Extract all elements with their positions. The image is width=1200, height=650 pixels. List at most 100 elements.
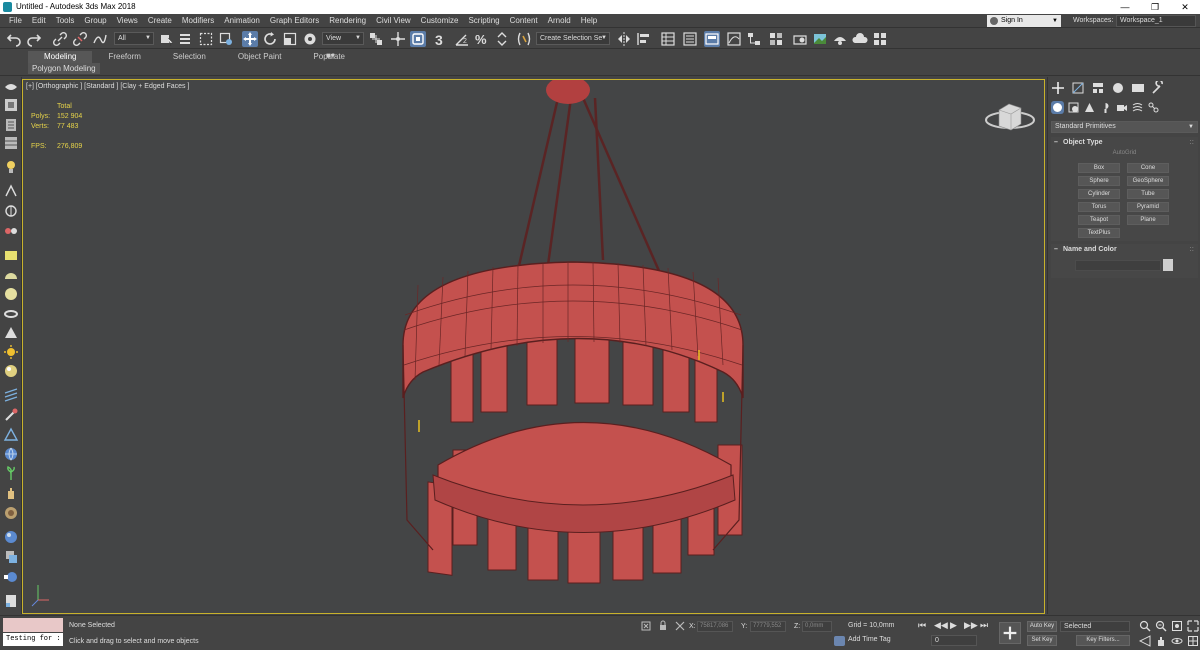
box-button[interactable]: Box — [1078, 163, 1120, 173]
menu-tools[interactable]: Tools — [51, 14, 80, 28]
menu-modifiers[interactable]: Modifiers — [177, 14, 219, 28]
viewport-layout-icon[interactable] — [3, 79, 19, 95]
tab-object-paint[interactable]: Object Paint — [222, 51, 298, 63]
select-and-place-icon[interactable] — [302, 31, 318, 47]
redo-icon[interactable] — [26, 31, 42, 47]
create-tab-plus-icon[interactable] — [1051, 81, 1067, 95]
view-cube[interactable] — [985, 103, 1035, 131]
current-frame-field[interactable]: 0 — [931, 635, 977, 646]
pivot-center-icon[interactable] — [368, 31, 384, 47]
lightbulb-icon[interactable] — [3, 159, 19, 175]
zoom-all-icon[interactable] — [1155, 620, 1167, 632]
teapot-button[interactable]: Teapot — [1078, 215, 1120, 225]
render-production-icon[interactable] — [832, 31, 848, 47]
pyramid-button[interactable]: Pyramid — [1127, 202, 1169, 212]
sphere-shading-icon[interactable] — [3, 569, 19, 585]
globe-icon[interactable] — [3, 446, 19, 462]
space-warps-category-icon[interactable] — [1131, 101, 1144, 114]
select-and-move-icon[interactable] — [242, 31, 258, 47]
name-and-color-header[interactable]: – Name and Color:: — [1051, 244, 1198, 255]
systems-category-icon[interactable] — [1147, 101, 1160, 114]
render-setup-icon[interactable] — [792, 31, 808, 47]
perspective-viewport[interactable]: [+] [Orthographic ] [Standard ] [Clay + … — [22, 79, 1045, 614]
material-sphere-icon[interactable] — [3, 363, 19, 379]
maximize-button[interactable]: ❐ — [1140, 0, 1170, 14]
sphere-button[interactable]: Sphere — [1078, 176, 1120, 186]
percent-snap-icon[interactable]: % — [474, 31, 490, 47]
helpers-category-icon[interactable] — [1115, 101, 1128, 114]
menu-scripting[interactable]: Scripting — [463, 14, 504, 28]
menu-help[interactable]: Help — [576, 14, 602, 28]
texture-icon[interactable] — [3, 505, 19, 521]
toggle-ribbon-icon[interactable] — [704, 31, 720, 47]
pan-hand-icon[interactable] — [1155, 635, 1167, 647]
create-panel-icon[interactable] — [3, 97, 19, 113]
display-tab-icon[interactable] — [1131, 81, 1147, 95]
field-of-view-icon[interactable] — [1139, 635, 1151, 647]
curve-editor-icon[interactable] — [726, 31, 742, 47]
close-button[interactable]: ✕ — [1170, 0, 1200, 14]
menu-animation[interactable]: Animation — [219, 14, 265, 28]
hand-icon[interactable] — [3, 485, 19, 501]
document-icon[interactable] — [3, 593, 19, 609]
foliage-icon[interactable] — [3, 466, 19, 482]
polygon-modeling-panel[interactable]: Polygon Modeling — [28, 63, 100, 74]
next-frame-icon[interactable]: ▶▶ — [964, 620, 978, 631]
menu-graph-editors[interactable]: Graph Editors — [265, 14, 324, 28]
menu-create[interactable]: Create — [143, 14, 177, 28]
box-primitive-icon[interactable] — [3, 247, 19, 263]
pyramid-icon[interactable] — [3, 427, 19, 443]
cone-icon[interactable] — [3, 325, 19, 341]
snaps-toggle-icon[interactable]: 3 — [434, 31, 450, 47]
key-selection-set-select[interactable]: Selected — [1060, 621, 1130, 632]
object-type-header[interactable]: – Object Type:: — [1051, 137, 1198, 148]
minimize-button[interactable]: — — [1110, 0, 1140, 14]
hemisphere-icon[interactable] — [3, 267, 19, 283]
bind-space-warp-icon[interactable] — [92, 31, 108, 47]
previous-frame-icon[interactable]: ◀◀ — [934, 620, 948, 631]
viewport-label-menu[interactable]: [+] [Orthographic ] [Standard ] [Clay + … — [26, 83, 189, 90]
key-mode-toggle-icon[interactable] — [999, 622, 1021, 644]
tab-freeform[interactable]: Freeform — [92, 51, 156, 63]
material-editor-icon[interactable] — [768, 31, 784, 47]
link-icon[interactable] — [52, 31, 68, 47]
zoom-extents-icon[interactable] — [1171, 620, 1183, 632]
zoom-extents-all-icon[interactable] — [1187, 620, 1199, 632]
unlink-icon[interactable] — [72, 31, 88, 47]
rendered-frame-window-icon[interactable] — [812, 31, 828, 47]
selection-filter-select[interactable]: All ▼ — [114, 32, 154, 45]
y-coordinate-field[interactable]: 77779,552 — [750, 621, 786, 632]
cone-button[interactable]: Cone — [1127, 163, 1169, 173]
select-and-rotate-icon[interactable] — [262, 31, 278, 47]
sphere-primitive-icon[interactable] — [3, 286, 19, 302]
modify-tab-icon[interactable] — [1071, 81, 1087, 95]
menu-edit[interactable]: Edit — [27, 14, 51, 28]
auto-key-button[interactable]: Auto Key — [1027, 621, 1057, 632]
tab-modeling[interactable]: Modeling — [28, 51, 93, 63]
play-icon[interactable]: ▶ — [950, 620, 957, 631]
z-coordinate-field[interactable]: 0,0mm — [802, 621, 832, 632]
menu-arnold[interactable]: Arnold — [543, 14, 576, 28]
plane-button[interactable]: Plane — [1127, 215, 1169, 225]
layer-stack-icon[interactable] — [3, 549, 19, 565]
layout-grid-icon[interactable] — [3, 135, 19, 151]
geometry-category-icon[interactable] — [1051, 101, 1064, 114]
lights-category-icon[interactable] — [1083, 101, 1096, 114]
x-coordinate-field[interactable]: 75817,086 — [697, 621, 733, 632]
key-filters-button[interactable]: Key Filters... — [1076, 635, 1130, 646]
cameras-category-icon[interactable] — [1099, 101, 1112, 114]
add-time-tag-button[interactable]: Add Time Tag — [834, 636, 891, 646]
keyboard-shortcut-override-icon[interactable] — [410, 31, 426, 47]
menu-file[interactable]: File — [4, 14, 27, 28]
render-shortcuts-icon[interactable] — [872, 31, 888, 47]
select-and-scale-icon[interactable] — [282, 31, 298, 47]
render-in-cloud-icon[interactable] — [852, 31, 868, 47]
tube-button[interactable]: Tube — [1127, 189, 1169, 199]
scene-render[interactable] — [23, 80, 1045, 614]
torus-icon[interactable] — [3, 306, 19, 322]
geosphere-button[interactable]: GeoSphere — [1127, 176, 1169, 186]
undo-icon[interactable] — [6, 31, 22, 47]
textplus-button[interactable]: TextPlus — [1078, 228, 1120, 238]
go-to-end-icon[interactable]: ⏭ — [980, 620, 988, 631]
named-selection-set-select[interactable]: Create Selection Se ▼ — [536, 32, 610, 45]
